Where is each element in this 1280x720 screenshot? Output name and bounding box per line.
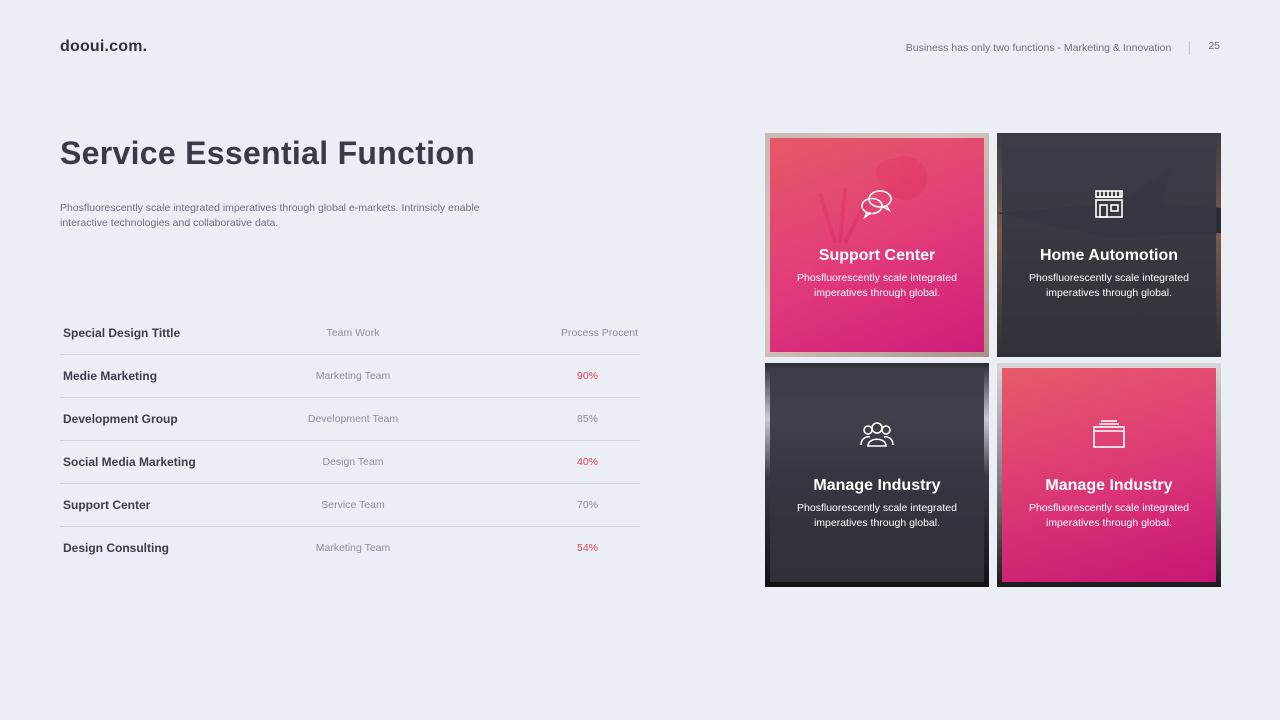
- users-group-icon: [860, 422, 894, 447]
- tile-text: Phosfluorescently scale integrated imper…: [1029, 272, 1189, 299]
- row-name: Medie Marketing: [63, 369, 158, 383]
- row-team: Development Team: [307, 413, 399, 425]
- feature-tiles: Support Center Phosfluorescently scale i…: [765, 133, 1221, 587]
- storefront-icon: [1095, 190, 1123, 218]
- tile-manage-industry-2[interactable]: Manage Industry Phosfluorescently scale …: [997, 363, 1221, 587]
- row-team: Service Team: [321, 499, 385, 511]
- tile-text: Phosfluorescently scale integrated imper…: [797, 272, 957, 299]
- row-name: Social Media Marketing: [63, 455, 196, 469]
- service-table: Special Design Tittle Team Work Process …: [60, 312, 640, 569]
- row-team: Design Team: [322, 456, 384, 468]
- tile-content: Manage Industry Phosfluorescently scale …: [1002, 368, 1216, 582]
- table-row: Medie Marketing Marketing Team 90%: [60, 355, 640, 398]
- tile-content: Manage Industry Phosfluorescently scale …: [770, 368, 984, 582]
- table-row: Social Media Marketing Design Team 40%: [60, 441, 640, 484]
- row-team: Marketing Team: [315, 370, 391, 382]
- tile-title: Home Automotion: [1039, 247, 1179, 264]
- tile-home-automotion[interactable]: Home Automotion Phosfluorescently scale …: [997, 133, 1221, 357]
- column-header-team: Team Work: [326, 327, 380, 339]
- row-name: Design Consulting: [63, 541, 169, 555]
- table-row: Development Group Development Team 85%: [60, 398, 640, 441]
- stacked-layers-icon: [1093, 420, 1125, 448]
- tile-support-center[interactable]: Support Center Phosfluorescently scale i…: [765, 133, 989, 357]
- row-percent: 70%: [576, 499, 598, 511]
- column-header-title: Special Design Tittle: [63, 326, 181, 340]
- page-description: Phosfluorescently scale integrated imper…: [60, 202, 480, 229]
- row-name: Development Group: [63, 412, 178, 426]
- tile-text: Phosfluorescently scale integrated imper…: [797, 502, 957, 529]
- table-header-row: Special Design Tittle Team Work Process …: [60, 312, 640, 355]
- tile-title: Support Center: [818, 247, 936, 264]
- tile-content: Home Automotion Phosfluorescently scale …: [1002, 138, 1216, 352]
- tile-title: Manage Industry: [1045, 477, 1173, 494]
- chat-bubbles-icon: [861, 190, 892, 220]
- brand-logo[interactable]: dooui.com.: [60, 38, 147, 56]
- row-percent: 85%: [576, 413, 598, 425]
- header-tagline: Business has only two functions - Market…: [905, 42, 1172, 54]
- row-name: Support Center: [63, 498, 151, 512]
- tile-manage-industry[interactable]: Manage Industry Phosfluorescently scale …: [765, 363, 989, 587]
- tile-title: Manage Industry: [813, 477, 941, 494]
- table-row: Design Consulting Marketing Team 54%: [60, 527, 640, 569]
- row-team: Marketing Team: [315, 542, 391, 554]
- row-percent: 54%: [576, 542, 598, 554]
- table-row: Support Center Service Team 70%: [60, 484, 640, 527]
- row-percent: 90%: [576, 370, 598, 382]
- row-percent: 40%: [576, 456, 598, 468]
- page-number: 25: [1208, 40, 1220, 52]
- page-title: Service Essential Function: [60, 135, 476, 171]
- header-info: Business has only two functions - Market…: [906, 40, 1220, 56]
- tile-text: Phosfluorescently scale integrated imper…: [1029, 502, 1189, 529]
- tile-content: Support Center Phosfluorescently scale i…: [770, 138, 984, 352]
- column-header-percent: Process Procent: [560, 327, 638, 339]
